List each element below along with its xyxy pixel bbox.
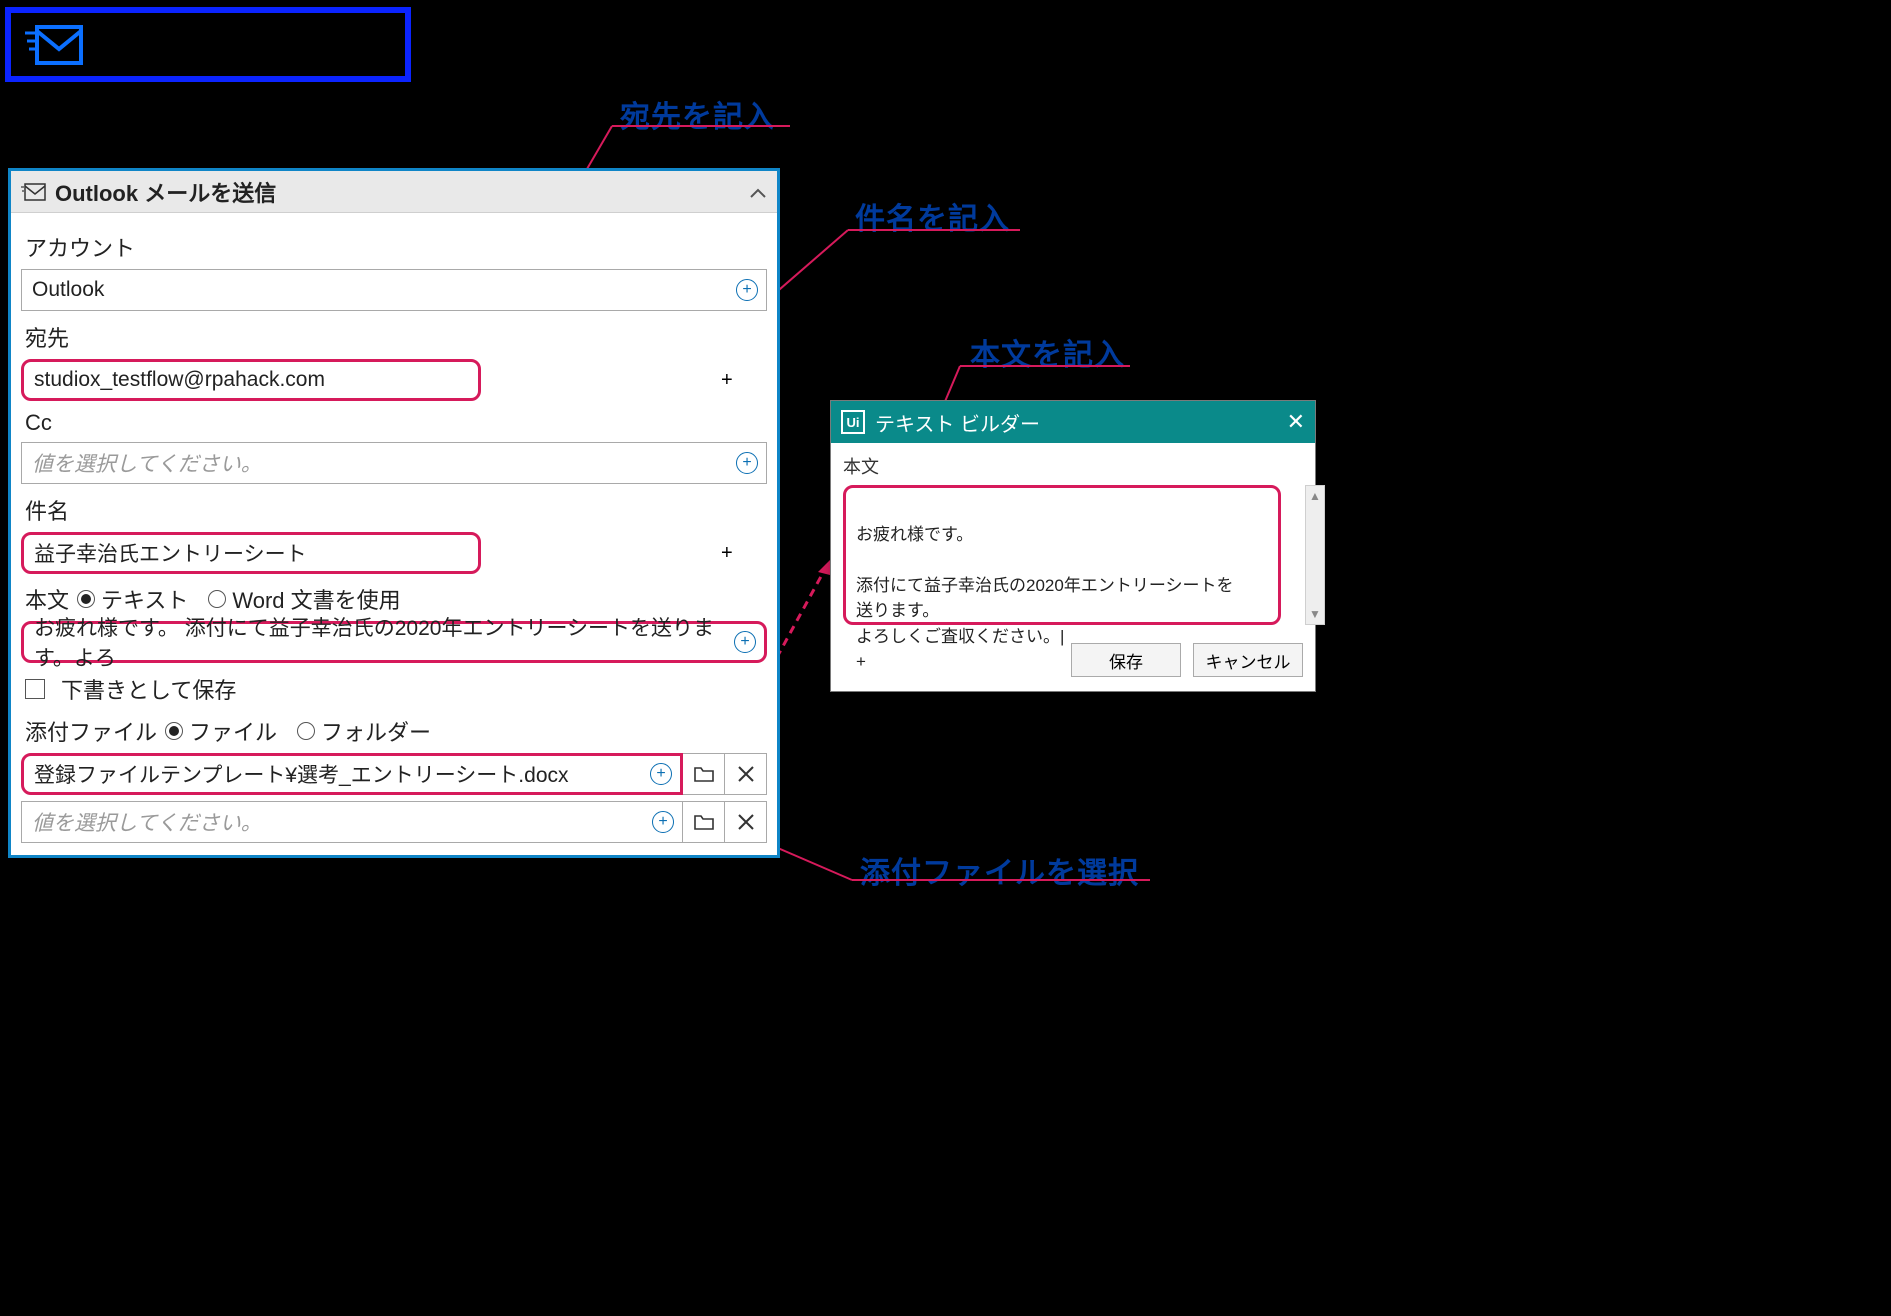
scroll-down-icon[interactable]: ▼ <box>1306 604 1324 624</box>
attach-field-2[interactable]: 値を選択してください。 + <box>21 801 683 843</box>
subject-value: 益子幸治氏エントリーシート <box>34 538 307 568</box>
plus-icon[interactable]: + <box>856 652 866 671</box>
activity-badge <box>5 7 411 82</box>
attach-label-row: 添付ファイル ファイル フォルダー <box>25 715 763 747</box>
plus-icon[interactable]: + <box>734 631 756 653</box>
plus-icon[interactable]: + <box>721 542 733 564</box>
mail-icon <box>21 182 47 202</box>
dialog-scrollbar[interactable]: ▲ ▼ <box>1305 485 1325 625</box>
dialog-title: テキスト ビルダー <box>875 408 1040 437</box>
draft-checkbox[interactable] <box>25 679 45 699</box>
cc-field[interactable]: 値を選択してください。 + <box>21 442 767 484</box>
close-icon[interactable]: ✕ <box>1287 409 1305 435</box>
attach-row-2: 値を選択してください。 + <box>21 801 767 843</box>
attach-row-1: 登録ファイルテンプレート¥選考_エントリーシート.docx + <box>21 753 767 795</box>
body-radio-word[interactable]: Word 文書を使用 <box>208 583 400 615</box>
browse-folder-button[interactable] <box>683 801 725 843</box>
attach-field-1[interactable]: 登録ファイルテンプレート¥選考_エントリーシート.docx + <box>21 753 683 795</box>
body-radio-text[interactable]: テキスト <box>77 583 188 615</box>
subject-field[interactable]: 益子幸治氏エントリーシート <box>21 532 481 574</box>
annotation-to: 宛先を記入 <box>620 92 775 136</box>
account-label: アカウント <box>25 231 763 263</box>
cc-placeholder: 値を選択してください。 <box>32 448 262 478</box>
card-body: アカウント Outlook + 宛先 studiox_testflow@rpah… <box>11 213 777 855</box>
attach-radio-file[interactable]: ファイル <box>165 715 277 747</box>
annotation-attach: 添付ファイルを選択 <box>860 848 1139 892</box>
scroll-up-icon[interactable]: ▲ <box>1306 486 1324 506</box>
body-field[interactable]: お疲れ様です。 添付にて益子幸治氏の2020年エントリーシートを送ります。よろ … <box>21 621 767 663</box>
dialog-titlebar[interactable]: Ui テキスト ビルダー ✕ <box>831 401 1315 443</box>
annotation-body: 本文を記入 <box>970 330 1125 374</box>
attach-label: 添付ファイル <box>25 715 157 747</box>
body-label: 本文 <box>25 583 69 615</box>
uipath-icon: Ui <box>841 410 865 434</box>
dialog-body: 本文 お疲れ様です。 添付にて益子幸治氏の2020年エントリーシートを送ります。… <box>831 443 1315 633</box>
plus-icon[interactable]: + <box>736 279 758 301</box>
card-header[interactable]: Outlook メールを送信 <box>11 171 777 213</box>
remove-attach-button[interactable] <box>725 753 767 795</box>
body-value: お疲れ様です。 添付にて益子幸治氏の2020年エントリーシートを送ります。よろ <box>34 612 724 672</box>
text-builder-dialog: Ui テキスト ビルダー ✕ 本文 お疲れ様です。 添付にて益子幸治氏の2020… <box>830 400 1316 692</box>
account-field[interactable]: Outlook + <box>21 269 767 311</box>
dialog-text-value: お疲れ様です。 添付にて益子幸治氏の2020年エントリーシートを送ります。 よろ… <box>856 525 1233 646</box>
dialog-field-label: 本文 <box>843 453 1303 479</box>
attach-radio-folder[interactable]: フォルダー <box>297 715 431 747</box>
send-mail-icon <box>25 23 85 67</box>
card-title: Outlook メールを送信 <box>55 176 276 208</box>
annotation-subject: 件名を記入 <box>855 194 1010 238</box>
plus-icon[interactable]: + <box>721 369 733 391</box>
attach-value: 登録ファイルテンプレート¥選考_エントリーシート.docx <box>34 759 569 789</box>
draft-label: 下書きとして保存 <box>61 673 236 705</box>
to-field[interactable]: studiox_testflow@rpahack.com <box>21 359 481 401</box>
attach-placeholder: 値を選択してください。 <box>32 807 262 837</box>
plus-icon[interactable]: + <box>736 452 758 474</box>
draft-row[interactable]: 下書きとして保存 <box>25 673 763 705</box>
browse-folder-button[interactable] <box>683 753 725 795</box>
plus-icon[interactable]: + <box>652 811 674 833</box>
save-button[interactable]: 保存 <box>1071 643 1181 677</box>
remove-attach-button[interactable] <box>725 801 767 843</box>
body-label-row: 本文 テキスト Word 文書を使用 <box>25 583 763 615</box>
account-value: Outlook <box>32 278 104 302</box>
cc-label: Cc <box>25 410 763 436</box>
plus-icon[interactable]: + <box>650 763 672 785</box>
dialog-textarea[interactable]: お疲れ様です。 添付にて益子幸治氏の2020年エントリーシートを送ります。 よろ… <box>843 485 1281 625</box>
chevron-up-icon[interactable] <box>749 179 767 205</box>
subject-label: 件名 <box>25 494 763 526</box>
send-outlook-mail-card: Outlook メールを送信 アカウント Outlook + 宛先 studio… <box>8 168 780 858</box>
cancel-button[interactable]: キャンセル <box>1193 643 1303 677</box>
to-label: 宛先 <box>25 321 763 353</box>
to-value: studiox_testflow@rpahack.com <box>34 368 325 392</box>
